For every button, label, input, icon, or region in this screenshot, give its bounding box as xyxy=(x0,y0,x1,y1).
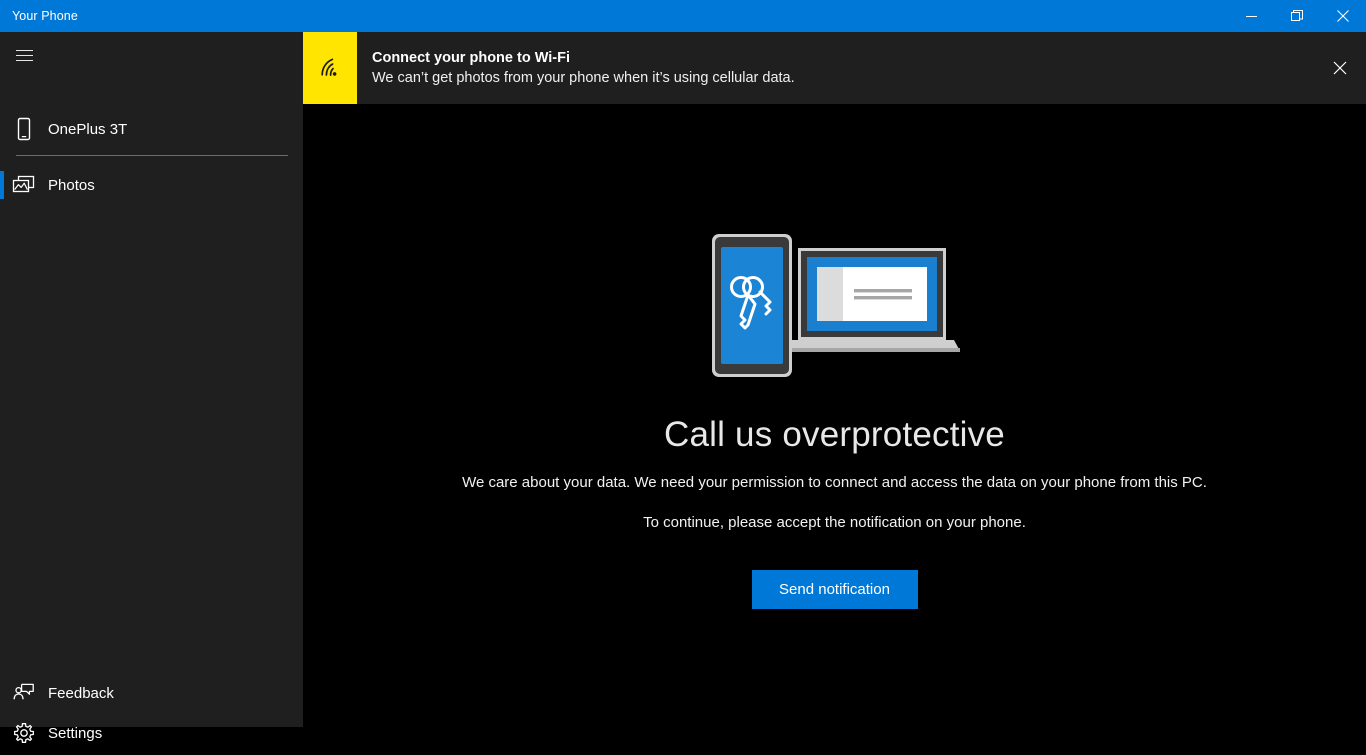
sidebar-item-device[interactable]: OnePlus 3T xyxy=(0,107,303,151)
sidebar-item-photos[interactable]: Photos xyxy=(0,163,303,207)
sidebar-item-photos-label: Photos xyxy=(48,176,95,194)
window-title: Your Phone xyxy=(12,9,78,23)
banner-title: Connect your phone to Wi-Fi xyxy=(372,50,571,66)
body-paragraph-1: We care about your data. We need your pe… xyxy=(462,474,1207,491)
sidebar-item-feedback[interactable]: Feedback xyxy=(0,671,303,715)
sidebar-divider xyxy=(16,155,288,156)
restore-icon xyxy=(1291,10,1303,21)
selection-indicator xyxy=(0,171,4,199)
hamburger-menu-icon xyxy=(0,49,48,61)
minimize-icon xyxy=(1245,15,1257,17)
banner-close-button[interactable] xyxy=(1314,32,1366,104)
phone-and-laptop-illustration xyxy=(710,234,960,379)
wifi-notification-banner: Connect your phone to Wi-Fi We can’t get… xyxy=(303,32,1366,104)
page-title: Call us overprotective xyxy=(664,415,1005,454)
close-button[interactable] xyxy=(1320,0,1366,32)
phone-graphic xyxy=(711,234,792,377)
sidebar-item-device-label: OnePlus 3T xyxy=(48,120,128,138)
close-icon xyxy=(1333,61,1347,75)
banner-text-group: Connect your phone to Wi-Fi We can’t get… xyxy=(357,32,1314,104)
main-content: Call us overprotective We care about you… xyxy=(303,104,1366,727)
sidebar-item-settings-label: Settings xyxy=(48,724,103,742)
banner-badge xyxy=(303,32,357,104)
gear-icon xyxy=(0,722,48,744)
restore-button[interactable] xyxy=(1274,0,1320,32)
title-bar: Your Phone xyxy=(0,0,1366,32)
phone-icon xyxy=(0,117,48,141)
banner-description: We can’t get photos from your phone when… xyxy=(372,70,795,86)
photos-icon xyxy=(0,175,48,195)
hamburger-menu-button[interactable] xyxy=(0,32,303,78)
wifi-icon xyxy=(321,58,337,76)
sidebar-item-feedback-label: Feedback xyxy=(48,684,114,702)
body-paragraph-2: To continue, please accept the notificat… xyxy=(643,514,1026,531)
sidebar-item-settings[interactable]: Settings xyxy=(0,711,303,755)
feedback-icon xyxy=(0,683,48,703)
close-icon xyxy=(1337,10,1349,22)
sidebar: OnePlus 3T Photos Feedback Settings xyxy=(0,32,303,743)
laptop-graphic xyxy=(783,248,960,352)
send-notification-button[interactable]: Send notification xyxy=(751,570,918,609)
minimize-button[interactable] xyxy=(1228,0,1274,32)
